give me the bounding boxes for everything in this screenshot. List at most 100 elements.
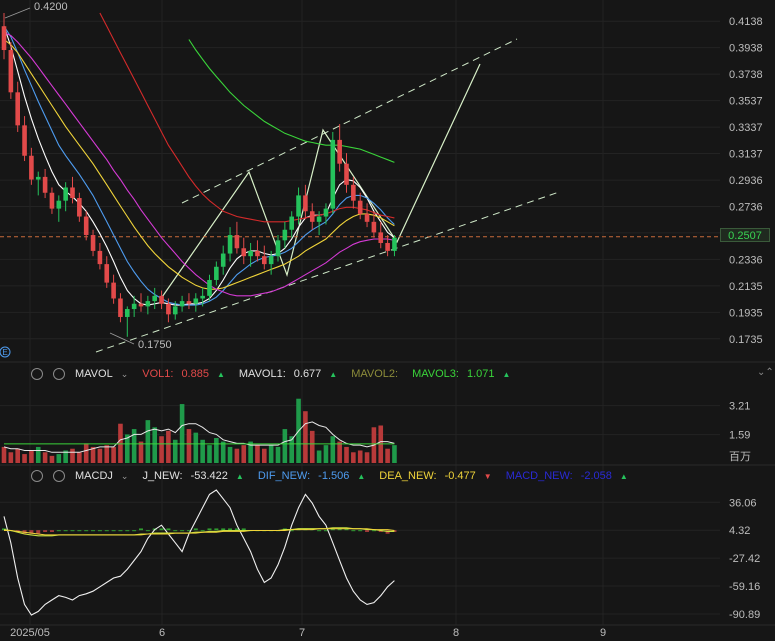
candle-body	[234, 235, 240, 249]
up-arrow-icon: ▲	[357, 471, 366, 481]
candle-body	[385, 242, 390, 251]
macd-indicator-name[interactable]: MACDJ	[75, 470, 113, 482]
candle	[152, 287, 157, 310]
candle-body	[63, 187, 68, 201]
volume-bar	[316, 450, 322, 463]
macd-histogram-bar	[132, 530, 137, 532]
settings-icon[interactable]	[31, 470, 43, 482]
macd-histogram-bar	[200, 530, 205, 532]
macd-legend-value: -53.422	[190, 470, 228, 482]
candle-body	[207, 279, 212, 296]
moving-average-line	[3, 25, 395, 306]
volume-legend-label: MAVOL1:	[238, 368, 286, 380]
macd-legend-item: DIF_NEW: -1.506 ▲	[258, 470, 365, 482]
macd-histogram-bar	[207, 528, 212, 531]
candle	[56, 195, 62, 222]
candle	[357, 192, 363, 220]
settings-icon[interactable]	[31, 368, 43, 380]
macd-tick-label: -90.89	[729, 609, 760, 621]
candle-body	[337, 139, 342, 164]
price-tick-label: 0.3738	[729, 69, 763, 81]
volume-tick-label: 1.59	[729, 430, 750, 442]
price-panel[interactable]: 0.4200 0.1750	[0, 1, 720, 353]
volume-bar	[309, 430, 315, 463]
volume-panel[interactable]	[1, 398, 397, 463]
macd-histogram-bar	[228, 528, 233, 531]
candle	[8, 42, 14, 99]
up-arrow-icon: ▲	[329, 369, 338, 379]
macd-legend-item: J_NEW: -53.422 ▲	[142, 470, 243, 482]
volume-bar	[70, 448, 75, 463]
macd-histogram-bar	[36, 530, 41, 534]
trading-chart[interactable]: 0.4200 0.1750 0.4138 0.3938 0.3738 0.3537 0.3…	[0, 0, 775, 641]
candle	[234, 221, 240, 254]
candle-body	[248, 250, 253, 257]
volume-unit-label: 百万	[729, 451, 751, 463]
candle-body	[125, 309, 130, 317]
candle-body	[357, 200, 363, 214]
volume-bar	[179, 404, 185, 463]
price-tick-label: 0.3537	[729, 96, 763, 108]
candle	[90, 229, 96, 257]
candle-body	[35, 176, 41, 180]
axes: 0.4138 0.3938 0.3738 0.3537 0.3337 0.3137 0.29…	[0, 16, 763, 639]
candle-body	[118, 298, 123, 317]
moving-average-line	[3, 32, 395, 297]
volume-bar	[1, 446, 7, 463]
volume-bar	[35, 446, 41, 463]
close-icon[interactable]	[53, 368, 65, 380]
volume-bar	[49, 455, 55, 463]
macd-histogram-bar	[159, 528, 164, 531]
candle-body	[8, 50, 14, 93]
volume-tick-label: 3.21	[729, 401, 750, 413]
candle-body	[186, 301, 192, 304]
candle	[241, 237, 247, 265]
time-tick-label: 8	[453, 627, 459, 639]
chevron-down-icon[interactable]: ⌄	[121, 369, 129, 380]
macd-tick-label: -27.42	[729, 553, 760, 565]
candle	[255, 240, 260, 262]
macd-histogram-bar	[166, 528, 171, 531]
up-arrow-icon: ▲	[502, 369, 511, 379]
candle	[145, 295, 151, 315]
macd-histogram-bar	[221, 528, 226, 531]
volume-bar	[303, 411, 308, 463]
volume-bar	[282, 429, 288, 463]
candle-body	[268, 256, 274, 265]
price-tick-label: 0.2736	[729, 201, 763, 213]
candle	[262, 245, 267, 270]
candle	[131, 295, 137, 317]
candle-body	[138, 303, 144, 307]
candle-body	[364, 213, 370, 222]
candle	[159, 290, 164, 310]
up-arrow-icon: ▲	[619, 471, 628, 481]
volume-bar	[200, 439, 205, 463]
candle-body	[262, 256, 267, 265]
volume-legend-value: 1.071	[466, 368, 495, 380]
candle-body	[159, 295, 164, 304]
macd-histogram-bar	[97, 530, 102, 532]
candle	[282, 221, 288, 249]
macd-histogram-bar	[118, 530, 123, 532]
candle-body	[29, 155, 34, 180]
volume-bar	[186, 429, 192, 463]
candle-body	[70, 187, 75, 199]
chevron-down-icon[interactable]: ⌄	[121, 471, 129, 482]
candle-body	[145, 301, 151, 307]
macd-panel[interactable]	[2, 489, 397, 616]
volume-bar	[29, 450, 34, 463]
candle-body	[56, 200, 62, 209]
candle-body	[152, 295, 157, 302]
volume-bar	[337, 441, 342, 463]
close-icon[interactable]	[53, 470, 65, 482]
panel-controls[interactable]: ⌄⌃	[757, 367, 774, 378]
macd-legend-label: MACD_NEW:	[505, 470, 573, 482]
macd-histogram-bar	[91, 530, 96, 532]
volume-indicator-name[interactable]: MAVOL	[75, 368, 113, 380]
volume-legend: MAVOL ⌄ VOL1: 0.885 ▲ MAVOL1: 0.677 ▲ MAVOL2: M…	[31, 365, 510, 383]
volume-bar	[351, 452, 356, 463]
macd-histogram-bar	[358, 530, 363, 532]
volume-bar	[330, 436, 336, 463]
candle	[111, 274, 116, 304]
candle-body	[275, 240, 281, 257]
